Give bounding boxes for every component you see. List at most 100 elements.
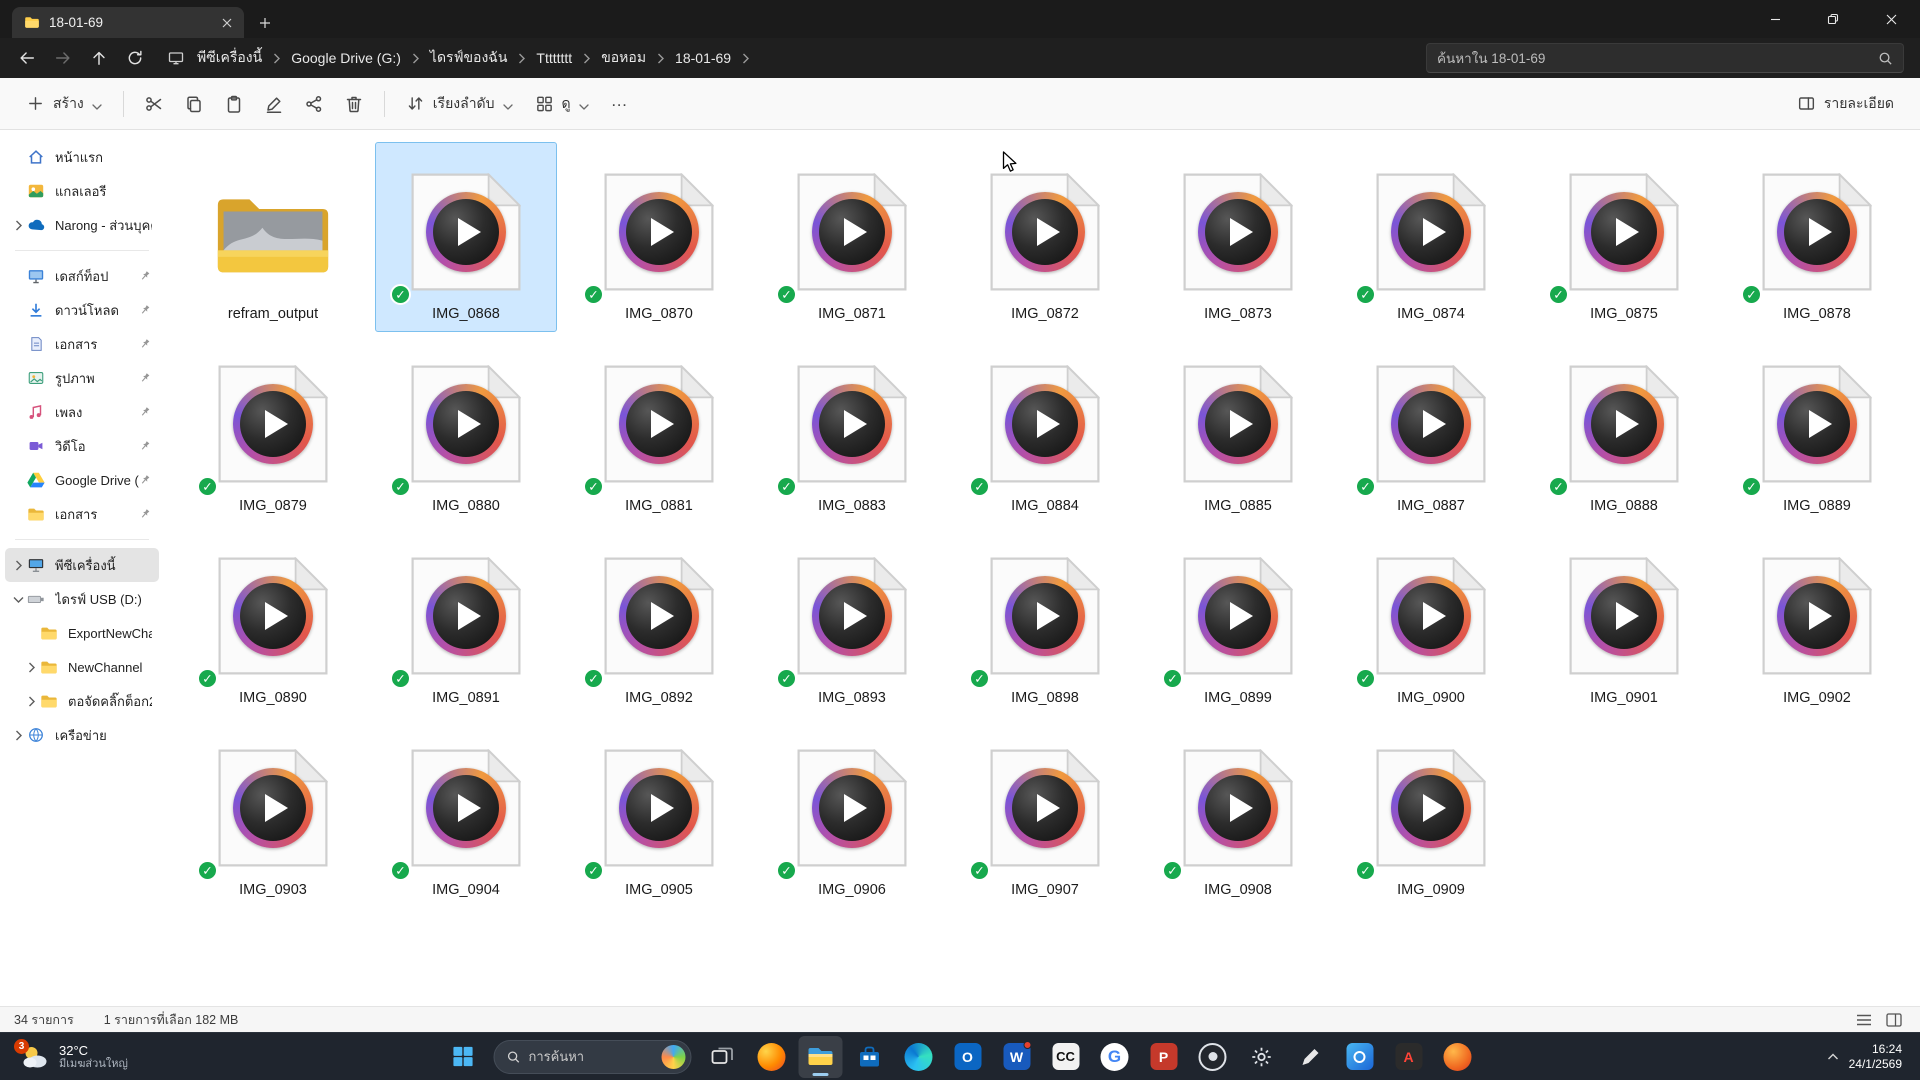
sidebar-item[interactable]: พีซีเครื่องนี้ xyxy=(5,548,159,582)
cut-button[interactable] xyxy=(135,85,173,123)
sort-button[interactable]: เรียงลำดับ xyxy=(396,85,523,123)
taskbar-search-input[interactable] xyxy=(529,1049,654,1064)
video-file-tile[interactable]: ✓IMG_0878 xyxy=(1726,142,1908,332)
file-explorer-taskbar-icon[interactable] xyxy=(799,1036,843,1078)
video-file-tile[interactable]: ✓IMG_0889 xyxy=(1726,334,1908,524)
search-box[interactable] xyxy=(1426,43,1904,73)
video-file-tile[interactable]: IMG_0872 xyxy=(954,142,1136,332)
search-input[interactable] xyxy=(1437,51,1878,66)
video-file-tile[interactable]: ✓IMG_0900 xyxy=(1340,526,1522,716)
breadcrumb-item[interactable]: พีซีเครื่องนี้ xyxy=(188,42,271,74)
folder-tile[interactable]: refram_output xyxy=(182,142,364,332)
sidebar-item[interactable]: Narong - ส่วนบุคคล xyxy=(5,208,159,242)
view-button[interactable]: ดู xyxy=(525,85,599,123)
copy-button[interactable] xyxy=(175,85,213,123)
pen-app-taskbar-icon[interactable] xyxy=(1289,1036,1333,1078)
forward-button[interactable] xyxy=(46,42,80,74)
edge-taskbar-icon[interactable] xyxy=(897,1036,941,1078)
sidebar-item[interactable]: หน้าแรก xyxy=(5,140,159,174)
sidebar-item[interactable]: เครือข่าย xyxy=(5,718,159,752)
outlook-taskbar-icon[interactable]: O xyxy=(946,1036,990,1078)
video-file-tile[interactable]: ✓IMG_0883 xyxy=(761,334,943,524)
breadcrumb-chevron-icon[interactable] xyxy=(581,53,592,64)
powerpoint-taskbar-icon[interactable]: P xyxy=(1142,1036,1186,1078)
capcut-taskbar-icon[interactable]: CC xyxy=(1044,1036,1088,1078)
video-file-tile[interactable]: IMG_0901 xyxy=(1533,526,1715,716)
video-file-tile[interactable]: IMG_0873 xyxy=(1147,142,1329,332)
video-file-tile[interactable]: ✓IMG_0907 xyxy=(954,718,1136,908)
chevron-right-icon[interactable] xyxy=(11,220,26,231)
details-pane-button[interactable]: รายละเอียด xyxy=(1787,85,1904,123)
tray-chevron-up-icon[interactable] xyxy=(1827,1053,1839,1061)
sidebar-item[interactable]: ดาวน์โหลด xyxy=(5,293,159,327)
sidebar-item[interactable]: Google Drive (G:) xyxy=(5,463,159,497)
minimize-button[interactable] xyxy=(1746,0,1804,38)
chevron-right-icon[interactable] xyxy=(24,662,39,673)
breadcrumb-chevron-icon[interactable] xyxy=(655,53,666,64)
taskbar-clock[interactable]: 16:24 24/1/2569 xyxy=(1849,1042,1902,1072)
up-button[interactable] xyxy=(82,42,116,74)
sidebar-item[interactable]: เอกสาร xyxy=(5,327,159,361)
obs-taskbar-icon[interactable] xyxy=(1191,1036,1235,1078)
chevron-down-icon[interactable] xyxy=(11,594,26,605)
sidebar-item[interactable]: NewChannel xyxy=(5,650,159,684)
task-view-taskbar-icon[interactable] xyxy=(701,1036,745,1078)
close-button[interactable] xyxy=(1862,0,1920,38)
video-file-tile[interactable]: ✓IMG_0879 xyxy=(182,334,364,524)
video-file-tile[interactable]: ✓IMG_0891 xyxy=(375,526,557,716)
browser-taskbar-icon[interactable] xyxy=(1436,1036,1480,1078)
photos-taskbar-icon[interactable] xyxy=(1338,1036,1382,1078)
video-file-tile[interactable]: ✓IMG_0908 xyxy=(1147,718,1329,908)
settings-taskbar-icon[interactable] xyxy=(1240,1036,1284,1078)
video-file-tile[interactable]: ✓IMG_0880 xyxy=(375,334,557,524)
breadcrumb-item[interactable]: ไดรฟ์ของฉัน xyxy=(421,42,517,74)
video-file-tile[interactable]: ✓IMG_0875 xyxy=(1533,142,1715,332)
taskbar-search[interactable] xyxy=(494,1040,692,1074)
delete-button[interactable] xyxy=(335,85,373,123)
explorer-tab[interactable]: 18-01-69 xyxy=(12,7,244,38)
sidebar-item[interactable]: ExportNewChanel xyxy=(5,616,159,650)
sidebar-item[interactable]: วิดีโอ xyxy=(5,429,159,463)
video-file-tile[interactable]: IMG_0885 xyxy=(1147,334,1329,524)
video-file-tile[interactable]: ✓IMG_0884 xyxy=(954,334,1136,524)
video-file-tile[interactable]: ✓IMG_0905 xyxy=(568,718,750,908)
chevron-right-icon[interactable] xyxy=(11,730,26,741)
word-taskbar-icon[interactable]: W xyxy=(995,1036,1039,1078)
video-file-tile[interactable]: ✓IMG_0888 xyxy=(1533,334,1715,524)
new-tab-button[interactable] xyxy=(248,9,282,37)
start-button[interactable] xyxy=(441,1036,485,1078)
video-file-tile[interactable]: ✓IMG_0890 xyxy=(182,526,364,716)
video-file-tile[interactable]: IMG_0902 xyxy=(1726,526,1908,716)
video-file-tile[interactable]: ✓IMG_0906 xyxy=(761,718,943,908)
paste-button[interactable] xyxy=(215,85,253,123)
breadcrumb-chevron-icon[interactable] xyxy=(516,53,527,64)
breadcrumb-chevron-icon[interactable] xyxy=(410,53,421,64)
breadcrumb-item[interactable]: 18-01-69 xyxy=(666,45,740,71)
sidebar-item[interactable]: เอกสาร xyxy=(5,497,159,531)
video-file-tile[interactable]: ✓IMG_0893 xyxy=(761,526,943,716)
video-file-tile[interactable]: ✓IMG_0899 xyxy=(1147,526,1329,716)
sidebar-item[interactable]: รูปภาพ xyxy=(5,361,159,395)
video-file-tile[interactable]: ✓IMG_0898 xyxy=(954,526,1136,716)
video-file-tile[interactable]: ✓IMG_0909 xyxy=(1340,718,1522,908)
details-view-icon[interactable] xyxy=(1852,1010,1876,1030)
video-file-tile[interactable]: ✓IMG_0903 xyxy=(182,718,364,908)
video-file-tile[interactable]: ✓IMG_0871 xyxy=(761,142,943,332)
chevron-right-icon[interactable] xyxy=(11,560,26,571)
breadcrumb-chevron-icon[interactable] xyxy=(271,53,282,64)
chevron-right-icon[interactable] xyxy=(24,696,39,707)
more-button[interactable]: … xyxy=(601,85,639,123)
refresh-button[interactable] xyxy=(118,42,152,74)
share-button[interactable] xyxy=(295,85,333,123)
new-button[interactable]: สร้าง xyxy=(16,85,112,123)
restore-button[interactable] xyxy=(1804,0,1862,38)
back-button[interactable] xyxy=(10,42,44,74)
breadcrumb-item[interactable]: ขอหอม xyxy=(592,42,655,74)
breadcrumb-item[interactable]: Tttttttt xyxy=(527,45,581,71)
search-highlight-icon[interactable] xyxy=(662,1045,686,1069)
microsoft-store-taskbar-icon[interactable] xyxy=(848,1036,892,1078)
video-file-tile[interactable]: ✓IMG_0868 xyxy=(375,142,557,332)
video-file-tile[interactable]: ✓IMG_0887 xyxy=(1340,334,1522,524)
video-file-tile[interactable]: ✓IMG_0892 xyxy=(568,526,750,716)
video-file-tile[interactable]: ✓IMG_0874 xyxy=(1340,142,1522,332)
